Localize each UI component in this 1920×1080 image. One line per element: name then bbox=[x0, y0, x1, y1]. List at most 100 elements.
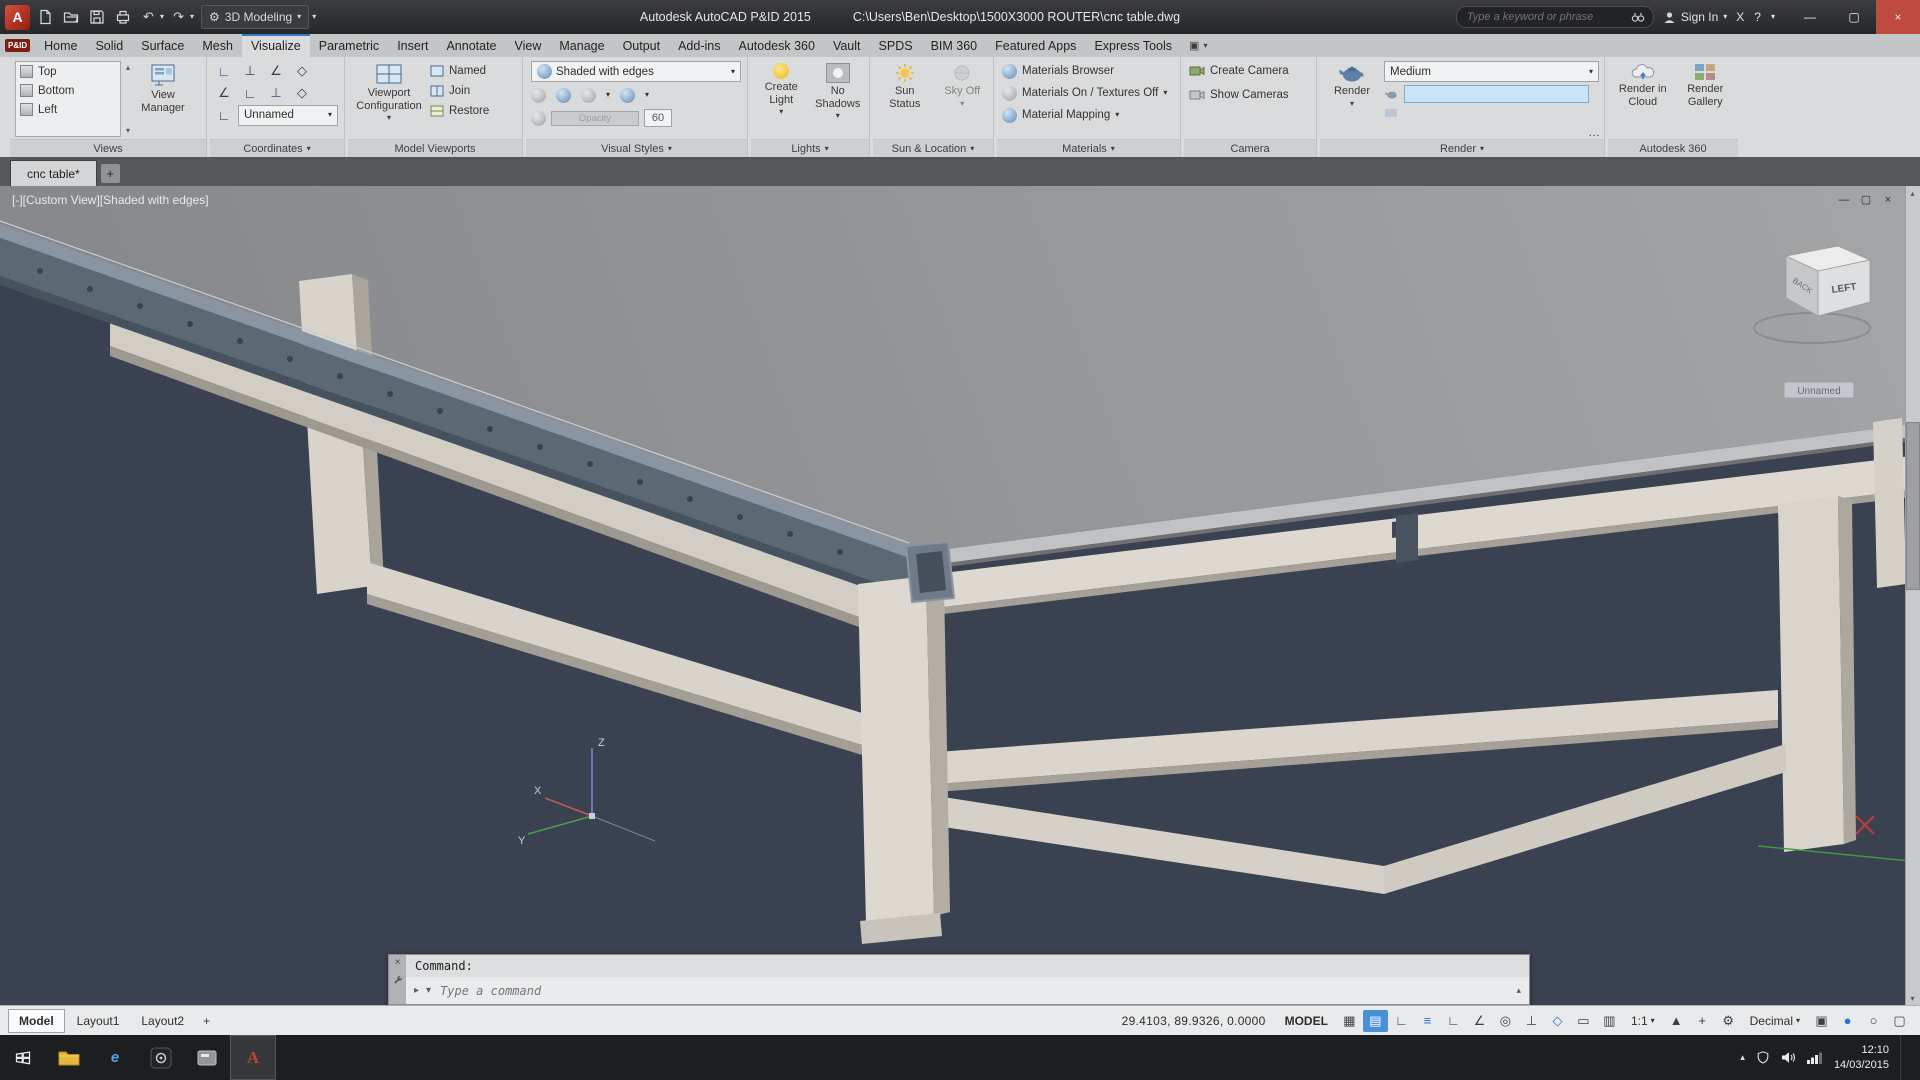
infer-constraints-toggle[interactable]: ∟ bbox=[1389, 1010, 1414, 1032]
internet-explorer-button[interactable]: e bbox=[92, 1035, 138, 1080]
sign-in-control[interactable]: Sign In ▾ bbox=[1663, 10, 1727, 24]
network-icon[interactable] bbox=[1807, 1051, 1823, 1064]
snap-toggle[interactable]: ▤ bbox=[1363, 1010, 1388, 1032]
scroll-down-icon[interactable]: ▾ bbox=[126, 126, 130, 135]
osnap-toggle[interactable]: ◎ bbox=[1493, 1010, 1518, 1032]
viewport-controls-label[interactable]: [-][Custom View][Shaded with edges] bbox=[12, 193, 209, 207]
vs-textures-icon[interactable] bbox=[620, 88, 635, 103]
camera-panel-label[interactable]: Camera bbox=[1184, 139, 1316, 157]
visual-styles-panel-label[interactable]: Visual Styles ▾ bbox=[526, 139, 747, 157]
start-button[interactable] bbox=[0, 1035, 46, 1080]
views-panel-label[interactable]: Views bbox=[10, 139, 206, 157]
ducs-toggle[interactable]: ◇ bbox=[1545, 1010, 1570, 1032]
ucs-world-icon[interactable]: ∟ bbox=[215, 60, 233, 82]
new-layout-button[interactable]: + bbox=[196, 1011, 217, 1031]
tab-mesh[interactable]: Mesh bbox=[193, 34, 242, 57]
annotation-visibility-toggle[interactable]: ▲ bbox=[1664, 1010, 1689, 1032]
vs-lighting-icon[interactable] bbox=[581, 88, 596, 103]
tray-expand-icon[interactable]: ▴ bbox=[1740, 1052, 1745, 1063]
autodesk360-panel-label[interactable]: Autodesk 360 bbox=[1608, 139, 1738, 157]
join-viewports-button[interactable]: Join bbox=[430, 81, 489, 101]
ucs-face-icon[interactable]: ∠ bbox=[267, 60, 285, 82]
taskbar-clock[interactable]: 12:10 14/03/2015 bbox=[1834, 1043, 1889, 1072]
materials-browser-button[interactable]: Materials Browser bbox=[1002, 61, 1175, 81]
layout1-tab[interactable]: Layout1 bbox=[67, 1010, 130, 1032]
new-drawing-tab-button[interactable]: + bbox=[101, 164, 120, 183]
grid-toggle[interactable]: ▦ bbox=[1337, 1010, 1362, 1032]
command-customize-icon[interactable] bbox=[393, 975, 403, 985]
opacity-slider[interactable]: Opacity bbox=[551, 111, 639, 126]
search-input[interactable] bbox=[1465, 10, 1625, 24]
workspace-switching-button[interactable]: ⚙ bbox=[1716, 1010, 1741, 1032]
tab-express-tools[interactable]: Express Tools bbox=[1085, 34, 1181, 57]
show-cameras-button[interactable]: Show Cameras bbox=[1189, 85, 1311, 105]
command-recent-icon[interactable]: ▴ bbox=[1516, 985, 1521, 996]
views-list-item-top[interactable]: Top bbox=[16, 62, 120, 81]
vertical-scrollbar[interactable]: ▴ ▾ bbox=[1905, 186, 1920, 1005]
materials-panel-label[interactable]: Materials ▾ bbox=[997, 139, 1180, 157]
save-button[interactable] bbox=[85, 6, 108, 29]
tab-addins[interactable]: Add-ins bbox=[669, 34, 729, 57]
tab-annotate[interactable]: Annotate bbox=[437, 34, 505, 57]
scrollbar-up-icon[interactable]: ▴ bbox=[1906, 186, 1919, 200]
show-desktop-button[interactable] bbox=[1900, 1035, 1908, 1080]
create-camera-button[interactable]: Create Camera bbox=[1189, 61, 1311, 81]
tab-featured-apps[interactable]: Featured Apps bbox=[986, 34, 1085, 57]
undo-button[interactable]: ↶▾ bbox=[137, 6, 164, 29]
file-tab-cnc-table[interactable]: cnc table* bbox=[10, 160, 97, 186]
help-button[interactable]: ? bbox=[1754, 10, 1761, 24]
sun-location-panel-label[interactable]: Sun & Location ▾ bbox=[873, 139, 993, 157]
render-panel-expander[interactable]: … bbox=[1588, 125, 1600, 139]
tab-view[interactable]: View bbox=[506, 34, 551, 57]
ucs-3point-icon[interactable]: ⊥ bbox=[267, 82, 285, 104]
ortho-toggle[interactable]: ∟ bbox=[1441, 1010, 1466, 1032]
tab-output[interactable]: Output bbox=[614, 34, 670, 57]
layout2-tab[interactable]: Layout2 bbox=[131, 1010, 194, 1032]
tab-solid[interactable]: Solid bbox=[86, 34, 132, 57]
model-tab[interactable]: Model bbox=[8, 1009, 65, 1033]
command-close-icon[interactable]: × bbox=[395, 958, 401, 968]
ucs-name-combo[interactable]: Unnamed ▾ bbox=[238, 105, 338, 126]
coordinates-panel-label[interactable]: Coordinates ▾ bbox=[210, 139, 344, 157]
no-shadows-button[interactable]: No Shadows ▾ bbox=[812, 61, 864, 137]
materials-textures-button[interactable]: Materials On / Textures Off ▾ bbox=[1002, 83, 1175, 103]
autocad-taskbar-button[interactable]: A bbox=[230, 1035, 276, 1080]
tab-bim360[interactable]: BIM 360 bbox=[922, 34, 987, 57]
tab-surface[interactable]: Surface bbox=[132, 34, 193, 57]
ribbon-display-options[interactable]: ▣ ▾ bbox=[1189, 34, 1207, 57]
model-viewports-panel-label[interactable]: Model Viewports bbox=[348, 139, 522, 157]
utility-app-button[interactable] bbox=[184, 1035, 230, 1080]
render-quality-combo[interactable]: Medium ▾ bbox=[1384, 61, 1599, 82]
dynamic-input-toggle[interactable]: ≡ bbox=[1415, 1010, 1440, 1032]
scroll-up-icon[interactable]: ▴ bbox=[126, 63, 130, 72]
material-mapping-button[interactable]: Material Mapping ▾ bbox=[1002, 105, 1175, 125]
render-output-size-box[interactable] bbox=[1404, 85, 1589, 103]
units-button[interactable]: Decimal▾ bbox=[1742, 1010, 1808, 1032]
annotation-scale-button[interactable]: 1:1▾ bbox=[1623, 1010, 1663, 1032]
infocenter-search[interactable] bbox=[1456, 6, 1654, 28]
close-window-button[interactable]: × bbox=[1876, 0, 1920, 34]
redo-button[interactable]: ↷▾ bbox=[167, 6, 194, 29]
vs-shadows-icon[interactable] bbox=[556, 88, 571, 103]
command-input[interactable] bbox=[438, 983, 1509, 999]
exchange-apps-button[interactable]: X bbox=[1736, 10, 1744, 24]
workspace-switcher[interactable]: ⚙ 3D Modeling ▾ bbox=[201, 5, 309, 29]
tab-parametric[interactable]: Parametric bbox=[310, 34, 388, 57]
ucs-rotate-icon[interactable]: ◇ bbox=[293, 82, 311, 104]
file-explorer-button[interactable] bbox=[46, 1035, 92, 1080]
selection-cycling-toggle[interactable]: ▣ bbox=[1809, 1010, 1834, 1032]
render-in-cloud-button[interactable]: Render in Cloud bbox=[1614, 61, 1672, 137]
plot-button[interactable] bbox=[111, 6, 134, 29]
create-light-button[interactable]: Create Light ▾ bbox=[756, 61, 806, 137]
scrollbar-down-icon[interactable]: ▾ bbox=[1906, 991, 1919, 1005]
tab-vault[interactable]: Vault bbox=[824, 34, 870, 57]
restore-viewports-button[interactable]: Restore bbox=[430, 101, 489, 121]
tab-manage[interactable]: Manage bbox=[550, 34, 613, 57]
tab-spds[interactable]: SPDS bbox=[870, 34, 922, 57]
scrollbar-thumb[interactable] bbox=[1906, 422, 1920, 590]
render-button[interactable]: Render ▾ bbox=[1325, 61, 1379, 137]
tab-visualize[interactable]: Visualize bbox=[242, 34, 310, 57]
ucs-object-icon[interactable]: ◇ bbox=[293, 60, 311, 82]
isolate-objects-button[interactable]: ○ bbox=[1861, 1010, 1886, 1032]
media-app-button[interactable] bbox=[138, 1035, 184, 1080]
